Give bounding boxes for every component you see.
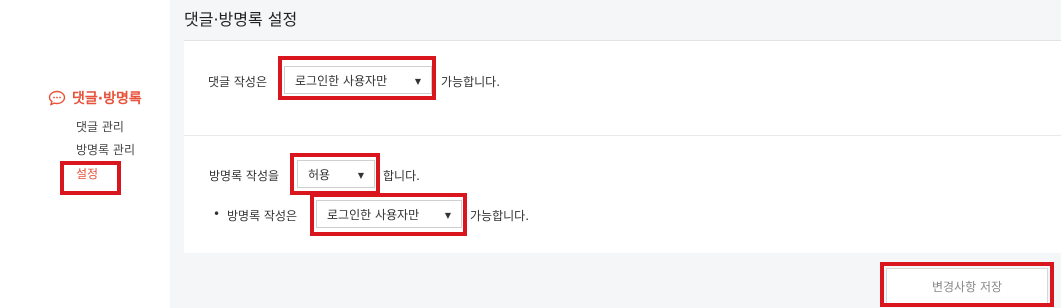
sidebar-item-comment-management[interactable]: 댓글 관리 xyxy=(76,118,124,135)
save-changes-button[interactable]: 변경사항 저장 xyxy=(886,268,1048,304)
caret-down-icon: ▼ xyxy=(357,171,364,180)
guestbook-sub-prefix-label: 방명록 작성은 xyxy=(227,209,298,223)
guestbook-suffix-label: 합니다. xyxy=(383,169,420,183)
guestbook-permission-select[interactable]: 로그인한 사용자만 ▼ xyxy=(316,200,462,228)
sidebar: 댓글·방명록 댓글 관리 방명록 관리 설정 xyxy=(0,0,170,308)
comment-permission-select[interactable]: 로그인한 사용자만 ▼ xyxy=(284,66,432,94)
sidebar-section-title: 댓글·방명록 xyxy=(72,91,142,107)
comment-prefix-label: 댓글 작성은 xyxy=(208,75,268,89)
bullet-dot: • xyxy=(213,207,221,221)
guestbook-prefix-label: 방명록 작성을 xyxy=(209,169,280,183)
guestbook-settings-panel xyxy=(184,135,1061,253)
comment-suffix-label: 가능합니다. xyxy=(441,75,501,89)
guestbook-sub-suffix-label: 가능합니다. xyxy=(470,209,530,223)
guestbook-allow-select[interactable]: 허용 ▼ xyxy=(297,160,375,188)
sidebar-item-settings[interactable]: 설정 xyxy=(76,165,98,182)
sidebar-section-comments-guestbook[interactable]: 댓글·방명록 xyxy=(48,88,142,108)
comment-permission-value: 로그인한 사용자만 xyxy=(295,73,388,88)
guestbook-allow-value: 허용 xyxy=(308,167,331,182)
caret-down-icon: ▼ xyxy=(414,77,421,86)
guestbook-permission-value: 로그인한 사용자만 xyxy=(327,207,420,222)
sidebar-item-guestbook-management[interactable]: 방명록 관리 xyxy=(76,141,135,158)
caret-down-icon: ▼ xyxy=(444,211,451,220)
speech-bubble-icon xyxy=(48,90,66,106)
page-title: 댓글·방명록 설정 xyxy=(184,10,298,29)
